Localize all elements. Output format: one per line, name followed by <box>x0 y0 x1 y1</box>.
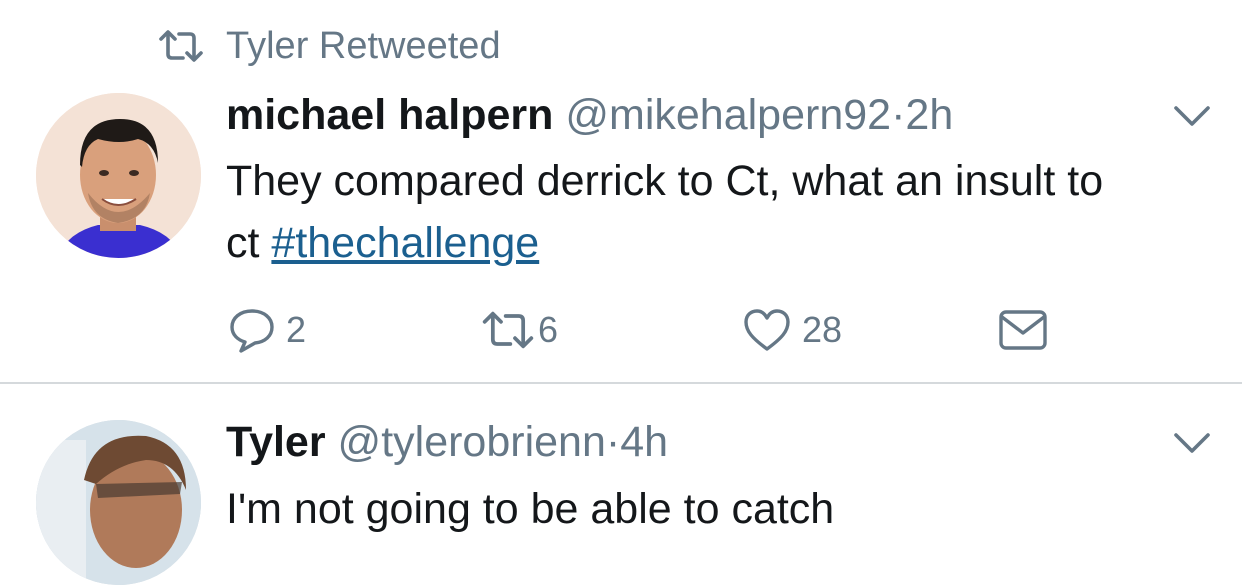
like-button[interactable]: 28 <box>742 305 842 355</box>
tweet-header: Tyler @tylerobrienn·4h <box>226 416 668 468</box>
author-handle[interactable]: @tylerobrienn <box>338 418 606 466</box>
avatar[interactable] <box>36 420 201 585</box>
tweet-header: michael halpern @mikehalpern92·2h <box>226 89 953 141</box>
like-count: 28 <box>802 309 843 350</box>
tweet-timestamp[interactable]: 4h <box>620 418 668 466</box>
mail-icon <box>999 310 1047 350</box>
chevron-down-icon[interactable] <box>1172 103 1212 129</box>
author-name[interactable]: Tyler <box>226 418 326 466</box>
author-handle[interactable]: @mikehalpern92 <box>565 91 891 139</box>
tweet-divider <box>0 382 1242 384</box>
avatar[interactable] <box>36 93 201 258</box>
chevron-down-icon[interactable] <box>1172 430 1212 456</box>
hashtag-link[interactable]: #thechallenge <box>271 219 539 267</box>
reply-count: 2 <box>286 309 307 350</box>
retweet-icon <box>159 30 203 62</box>
reply-icon <box>230 309 274 353</box>
retweet-button[interactable]: 6 <box>480 305 558 355</box>
tweet-timestamp[interactable]: 2h <box>905 91 953 139</box>
heart-icon <box>744 309 790 351</box>
retweet-icon <box>482 311 534 349</box>
retweet-banner-text: Tyler Retweeted <box>226 25 501 67</box>
tweet-text: I'm not going to be able to catch <box>226 485 835 533</box>
tweet-text: They compared derrick to Ct, what an ins… <box>226 150 1126 274</box>
reply-button[interactable]: 2 <box>228 305 306 355</box>
author-name[interactable]: michael halpern <box>226 91 553 139</box>
direct-message-button[interactable] <box>998 305 1048 355</box>
retweet-count: 6 <box>538 309 559 350</box>
separator-dot: · <box>891 91 906 139</box>
separator-dot: · <box>605 418 621 466</box>
